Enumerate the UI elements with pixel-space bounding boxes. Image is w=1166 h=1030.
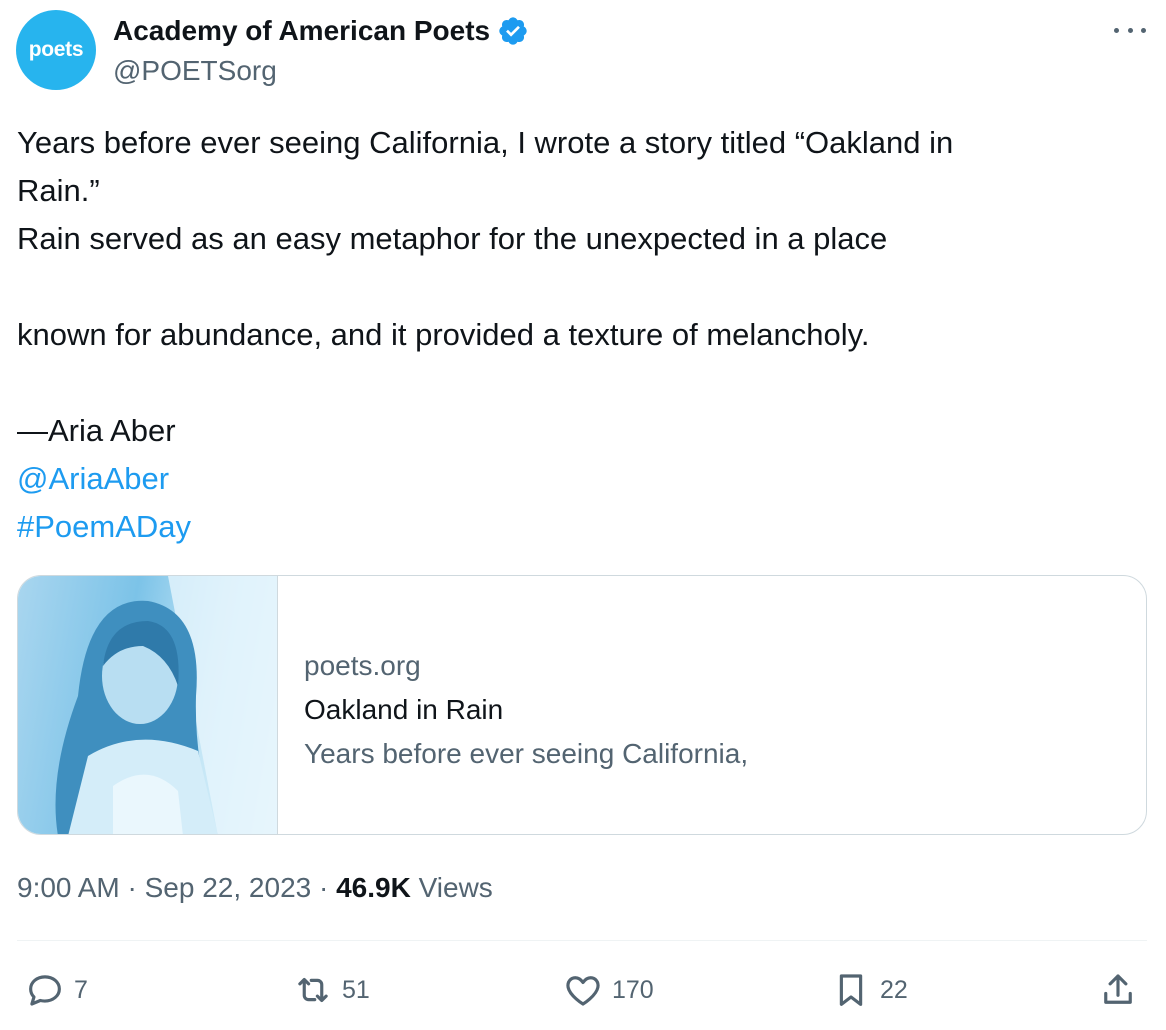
card-description: Years before ever seeing California,: [304, 738, 749, 769]
more-options-icon[interactable]: [1114, 16, 1146, 44]
tweet-line: Years before ever seeing California, I w…: [17, 125, 954, 160]
repost-button[interactable]: 51: [292, 968, 370, 1012]
reply-icon: [29, 975, 61, 1006]
like-button[interactable]: 170: [562, 968, 654, 1012]
card-domain: poets.org: [304, 650, 421, 681]
share-button[interactable]: [1097, 968, 1139, 1012]
bookmark-count: 22: [880, 975, 908, 1004]
link-card[interactable]: poets.org Oakland in Rain Years before e…: [17, 575, 1147, 835]
tweet-line: Rain.”: [17, 173, 100, 208]
tweet-meta: 9:00 AM · Sep 22, 2023 · 46.9K Views: [17, 870, 493, 906]
tweet-line: [17, 359, 1137, 407]
tweet-date[interactable]: Sep 22, 2023: [145, 872, 312, 903]
repost-icon: [298, 977, 328, 1003]
heart-icon: [566, 976, 600, 1006]
portrait-illustration: [55, 576, 277, 834]
card-title: Oakland in Rain: [304, 694, 504, 725]
author-handle[interactable]: @POETSorg: [113, 55, 277, 87]
divider: [17, 940, 1147, 941]
repost-count: 51: [342, 975, 370, 1004]
avatar-text: poets: [28, 38, 84, 61]
mention-link[interactable]: @AriaAber: [17, 461, 169, 496]
views-count: 46.9K: [336, 872, 411, 903]
tweet-time[interactable]: 9:00 AM: [17, 872, 120, 903]
tweet-line: known for abundance, and it provided a t…: [17, 317, 870, 352]
card-image: [18, 576, 278, 834]
bookmark-button[interactable]: 22: [830, 968, 908, 1012]
author-name[interactable]: Academy of American Poets: [113, 14, 529, 48]
tweet-text: Years before ever seeing California, I w…: [17, 119, 1137, 551]
reply-button[interactable]: 7: [24, 968, 88, 1012]
tweet-line: [17, 263, 1137, 311]
bookmark-icon: [839, 974, 863, 1006]
reply-count: 7: [74, 975, 88, 1004]
meta-separator: ·: [119, 872, 145, 903]
author-name-text: Academy of American Poets: [113, 15, 491, 46]
like-count: 170: [612, 975, 654, 1004]
meta-separator: ·: [311, 872, 337, 903]
views-label: Views: [410, 872, 493, 903]
share-icon: [1104, 974, 1132, 1004]
verified-badge-icon: [499, 17, 527, 45]
tweet-line: Rain served as an easy metaphor for the …: [17, 221, 888, 256]
hashtag-link[interactable]: #PoemADay: [17, 509, 191, 544]
avatar[interactable]: poets: [16, 10, 96, 90]
tweet-line: —Aria Aber: [17, 413, 176, 448]
